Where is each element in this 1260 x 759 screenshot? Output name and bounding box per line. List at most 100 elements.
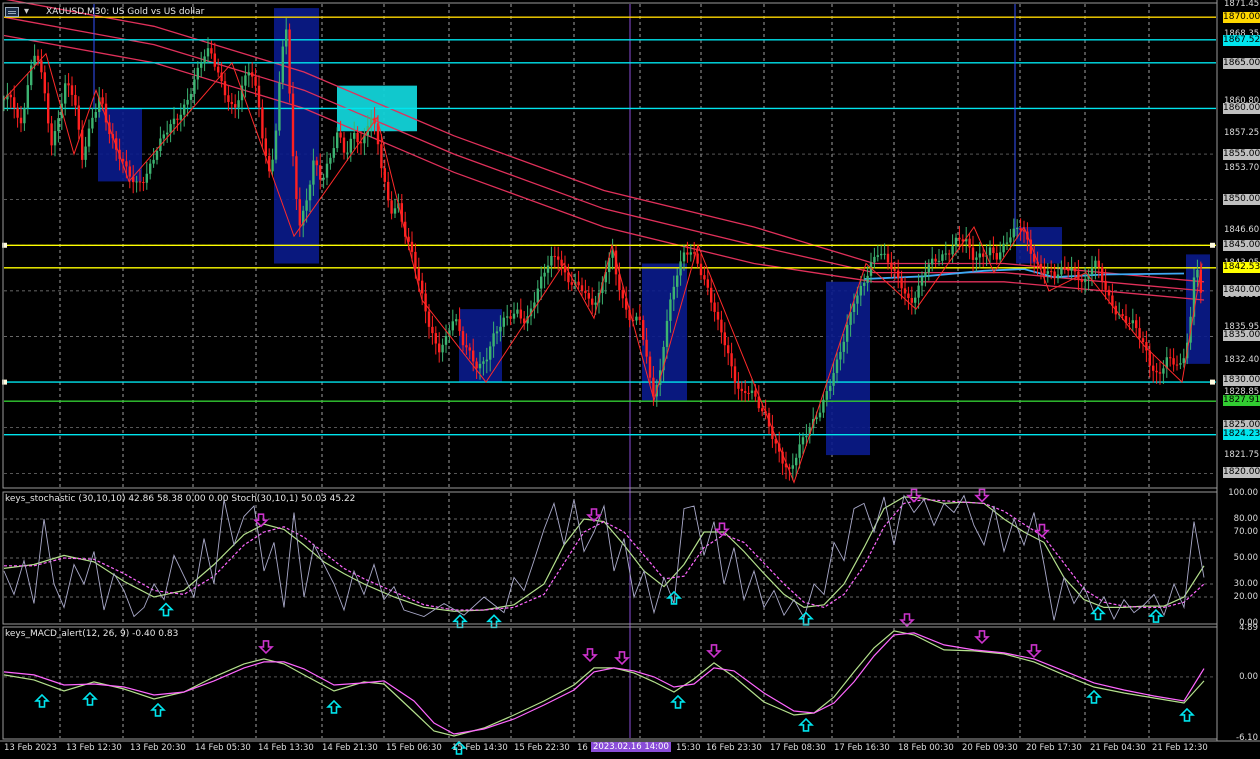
candle (499, 326, 502, 332)
candle (43, 72, 46, 94)
candle (822, 399, 825, 413)
candle (676, 275, 679, 287)
candle (948, 253, 951, 255)
candle (383, 168, 386, 182)
candle (257, 85, 261, 108)
candle (16, 107, 19, 118)
candle (713, 302, 716, 312)
time-tick-label: 15 Feb 14:30 (452, 743, 508, 753)
candle (50, 123, 53, 146)
candle (251, 72, 254, 77)
candle (910, 297, 913, 303)
candle (927, 264, 930, 273)
candle (475, 361, 478, 369)
candle (842, 341, 845, 352)
candle (271, 159, 274, 172)
candle (883, 253, 886, 255)
candle (346, 152, 349, 154)
candle (237, 100, 240, 108)
candle (744, 391, 747, 393)
stoch-tick-label: 20.00 (1233, 592, 1258, 602)
candle (720, 319, 723, 333)
time-tick-label: 16 Feb 23:30 (706, 743, 762, 753)
candle (1158, 372, 1162, 374)
candle (723, 332, 726, 346)
candle (876, 255, 879, 257)
candle (87, 128, 91, 147)
candle (438, 343, 441, 353)
candle (1060, 267, 1063, 275)
candle (706, 279, 709, 288)
candle (1002, 243, 1005, 253)
time-tick-label: 14 Feb 13:30 (258, 743, 314, 753)
candle (682, 252, 686, 262)
candle (285, 29, 288, 47)
candle (832, 373, 835, 386)
chevron-down-icon[interactable]: ▾ (24, 6, 29, 17)
candle (519, 309, 522, 319)
candle (468, 347, 471, 351)
time-tick-label: 18 Feb 00:30 (898, 743, 954, 753)
candle (536, 288, 539, 303)
candle (356, 132, 359, 143)
candle (703, 275, 706, 280)
candle (1135, 320, 1138, 329)
candle (183, 104, 186, 115)
price-level-tag: 1845.00 (1223, 240, 1260, 251)
candle (944, 253, 947, 255)
price-level-tag: 1860.00 (1223, 103, 1260, 114)
candle (1175, 364, 1179, 366)
candle (26, 85, 29, 109)
candle (1196, 269, 1199, 278)
candle (553, 255, 556, 257)
price-level-tag: 1820.00 (1223, 467, 1260, 478)
candle (152, 159, 155, 164)
candle (67, 83, 70, 86)
candle (829, 385, 832, 392)
candle (13, 97, 16, 108)
candle (223, 81, 227, 96)
candle (1101, 266, 1104, 281)
candle (1046, 271, 1049, 274)
candle (954, 237, 958, 247)
level-anchor-r-1 (1210, 379, 1215, 385)
candle (506, 316, 509, 318)
time-tick-label: 17 Feb 16:30 (834, 743, 890, 753)
candle (196, 67, 199, 80)
candle (560, 259, 563, 266)
time-tick-label: 21 Feb 04:30 (1090, 743, 1146, 753)
candle (890, 262, 893, 270)
candle (145, 173, 148, 183)
candle (693, 252, 696, 254)
candle (19, 117, 23, 124)
trading-chart[interactable] (0, 0, 1260, 759)
candle (193, 79, 196, 94)
candle (856, 295, 859, 304)
candle (308, 184, 312, 201)
candle (64, 83, 67, 104)
chart-window-icon[interactable] (5, 7, 19, 17)
candle (325, 163, 329, 178)
candle (852, 303, 856, 313)
candle (798, 444, 801, 458)
candle (230, 101, 233, 105)
candle (478, 363, 482, 369)
candle (322, 177, 325, 180)
candle (169, 124, 172, 133)
candle (213, 53, 216, 67)
candle (1107, 289, 1111, 296)
stoch-tick-label: 100.00 (1228, 488, 1258, 498)
candle (417, 268, 420, 281)
candle (897, 270, 900, 278)
candle (846, 324, 849, 342)
candle (390, 200, 393, 214)
candle (642, 320, 645, 340)
candle (298, 199, 301, 226)
candle (924, 272, 927, 277)
candle (992, 247, 995, 254)
candle (893, 269, 896, 271)
candle (1080, 280, 1083, 282)
candle (315, 160, 318, 166)
candle (339, 132, 342, 138)
candle (482, 361, 485, 364)
